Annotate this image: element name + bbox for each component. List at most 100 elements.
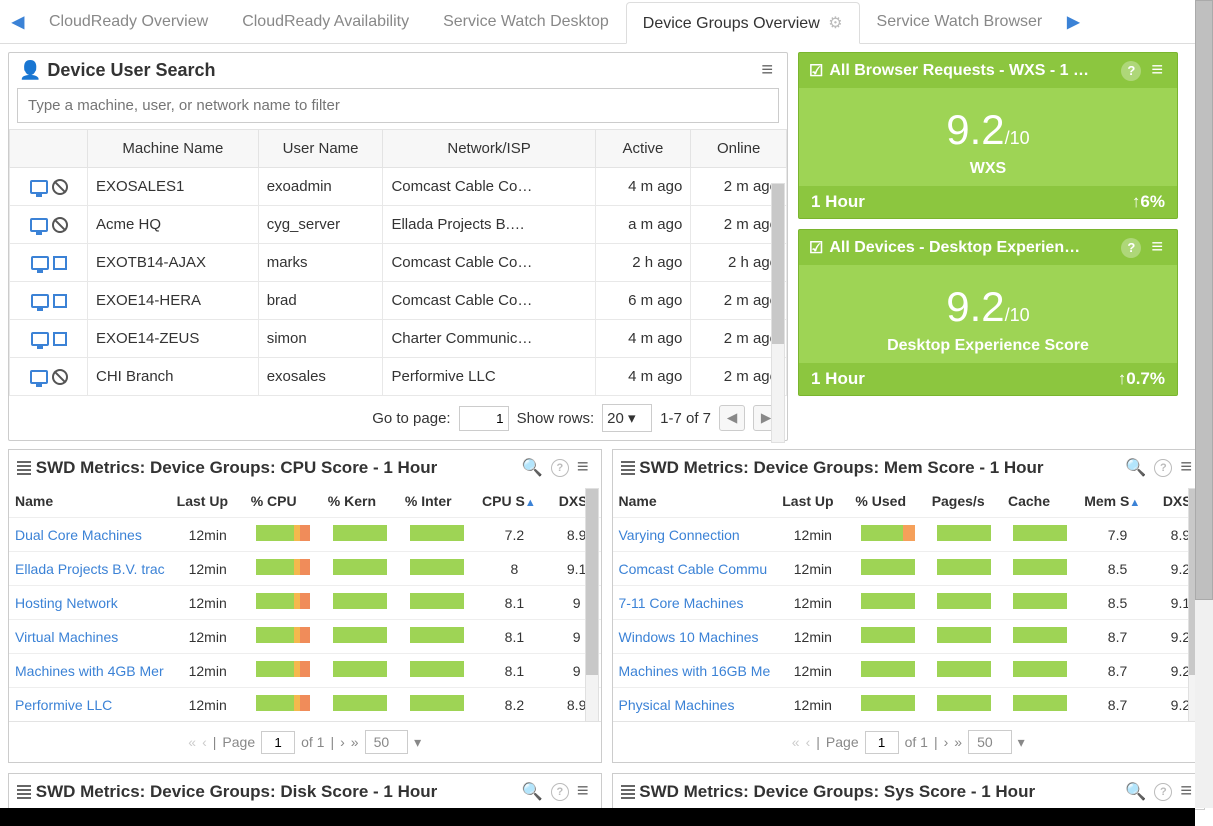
chevron-down-icon[interactable]: ▾ xyxy=(414,734,421,751)
table-row[interactable]: Machines with 16GB Me12min8.79.2 xyxy=(613,654,1205,688)
first-page-icon[interactable]: « xyxy=(792,734,800,750)
scrollbar[interactable] xyxy=(771,183,785,443)
help-icon[interactable]: ? xyxy=(551,459,569,477)
prev-page-icon[interactable]: ‹ xyxy=(806,734,811,750)
search-input[interactable] xyxy=(17,88,779,123)
search-icon[interactable]: 🔍 xyxy=(1125,458,1146,478)
table-row[interactable]: Machines with 4GB Mer12min8.19 xyxy=(9,654,601,688)
rows-select[interactable]: 50 xyxy=(968,730,1012,754)
group-link[interactable]: Machines with 16GB Me xyxy=(613,654,777,688)
rows-select[interactable]: 50 xyxy=(365,730,409,754)
next-page-icon[interactable]: › xyxy=(944,734,949,750)
tabs-next-icon[interactable]: ▶ xyxy=(1059,4,1087,40)
first-page-icon[interactable]: « xyxy=(188,734,196,750)
search-icon[interactable]: 🔍 xyxy=(1125,782,1146,802)
hamburger-icon[interactable]: ≡ xyxy=(1147,236,1167,259)
group-link[interactable]: Performive LLC xyxy=(9,688,171,722)
tab-cloudready-overview[interactable]: CloudReady Overview xyxy=(32,2,225,42)
scrollbar[interactable] xyxy=(585,488,599,722)
wxs-score-card[interactable]: ☑All Browser Requests - WXS - 1 …?≡ 9.2/… xyxy=(798,52,1178,219)
last-page-icon[interactable]: » xyxy=(351,734,359,750)
table-row[interactable]: EXOSALES1exoadminComcast Cable Co…4 m ag… xyxy=(10,168,787,206)
table-row[interactable]: CHI BranchexosalesPerformive LLC4 m ago2… xyxy=(10,358,787,396)
hamburger-icon[interactable]: ≡ xyxy=(573,780,593,803)
page-input[interactable] xyxy=(865,731,899,754)
window-icon xyxy=(53,294,67,308)
gear-icon[interactable]: ⚙ xyxy=(828,15,842,32)
page-input[interactable] xyxy=(261,731,295,754)
table-row[interactable]: Physical Machines12min8.79.2 xyxy=(613,688,1205,722)
help-icon[interactable]: ? xyxy=(1154,783,1172,801)
tab-service-watch-desktop[interactable]: Service Watch Desktop xyxy=(426,2,626,42)
sort-icon[interactable]: ▲ xyxy=(525,497,536,509)
table-row[interactable]: EXOE14-HERAbradComcast Cable Co…6 m ago2… xyxy=(10,282,787,320)
table-row[interactable]: EXOE14-ZEUSsimonCharter Communic…4 m ago… xyxy=(10,320,787,358)
page-scrollbar[interactable] xyxy=(1195,0,1213,808)
group-link[interactable]: Windows 10 Machines xyxy=(613,620,777,654)
sort-icon[interactable]: ▲ xyxy=(1129,497,1140,509)
group-link[interactable]: 7-11 Core Machines xyxy=(613,586,777,620)
check-icon: ☑ xyxy=(809,238,823,258)
monitor-icon xyxy=(30,218,48,232)
table-row[interactable]: EXOTB14-AJAXmarksComcast Cable Co…2 h ag… xyxy=(10,244,787,282)
next-page-icon[interactable]: › xyxy=(340,734,345,750)
rows-select[interactable]: 20 ▾ xyxy=(602,404,652,432)
search-icon[interactable]: 🔍 xyxy=(522,458,543,478)
tab-bar: ◀ CloudReady Overview CloudReady Availab… xyxy=(0,0,1213,44)
monitor-icon xyxy=(31,294,49,308)
table-row[interactable]: Acme HQcyg_serverEllada Projects B.…a m … xyxy=(10,206,787,244)
grip-icon[interactable] xyxy=(621,461,635,475)
table-row[interactable]: Dual Core Machines12min7.28.9 xyxy=(9,518,601,552)
hamburger-icon[interactable]: ≡ xyxy=(573,456,593,479)
tab-device-groups-overview[interactable]: Device Groups Overview ⚙ xyxy=(626,2,860,44)
monitor-icon xyxy=(30,370,48,384)
prev-page-button[interactable]: ◀ xyxy=(719,405,745,431)
group-link[interactable]: Ellada Projects B.V. trac xyxy=(9,552,171,586)
help-icon[interactable]: ? xyxy=(1121,238,1141,258)
tab-service-watch-browser[interactable]: Service Watch Browser xyxy=(860,2,1060,42)
group-link[interactable]: Physical Machines xyxy=(613,688,777,722)
monitor-icon xyxy=(30,180,48,194)
ban-icon xyxy=(52,179,68,195)
table-row[interactable]: Varying Connection12min7.98.9 xyxy=(613,518,1205,552)
score-cards: ☑All Browser Requests - WXS - 1 …?≡ 9.2/… xyxy=(798,52,1178,441)
help-icon[interactable]: ? xyxy=(551,783,569,801)
group-link[interactable]: Dual Core Machines xyxy=(9,518,171,552)
grip-icon[interactable] xyxy=(621,785,635,799)
hamburger-icon[interactable]: ≡ xyxy=(1176,456,1196,479)
group-link[interactable]: Hosting Network xyxy=(9,586,171,620)
hamburger-icon[interactable]: ≡ xyxy=(757,59,777,82)
prev-page-icon[interactable]: ‹ xyxy=(202,734,207,750)
hamburger-icon[interactable]: ≡ xyxy=(1147,59,1167,82)
chevron-down-icon[interactable]: ▾ xyxy=(1018,734,1025,751)
monitor-icon xyxy=(31,332,49,346)
table-row[interactable]: Ellada Projects B.V. trac12min89.1 xyxy=(9,552,601,586)
table-row[interactable]: 7-11 Core Machines12min8.59.1 xyxy=(613,586,1205,620)
tabs-prev-icon[interactable]: ◀ xyxy=(4,4,32,40)
group-link[interactable]: Varying Connection xyxy=(613,518,777,552)
goto-page-input[interactable] xyxy=(459,406,509,431)
cpu-pager: «‹ |Pageof 1| ›» 50▾ xyxy=(9,721,601,762)
table-row[interactable]: Windows 10 Machines12min8.79.2 xyxy=(613,620,1205,654)
search-icon[interactable]: 🔍 xyxy=(522,782,543,802)
help-icon[interactable]: ? xyxy=(1121,61,1141,81)
grip-icon[interactable] xyxy=(17,461,31,475)
table-pager: Go to page: Show rows: 20 ▾ 1-7 of 7 ◀ ▶ xyxy=(9,396,787,440)
last-page-icon[interactable]: » xyxy=(954,734,962,750)
table-row[interactable]: Comcast Cable Commu12min8.59.2 xyxy=(613,552,1205,586)
sys-metrics-panel: SWD Metrics: Device Groups: Sys Score - … xyxy=(612,773,1206,810)
help-icon[interactable]: ? xyxy=(1154,459,1172,477)
table-row[interactable]: Performive LLC12min8.28.9 xyxy=(9,688,601,722)
device-search-panel: 👤 Device User Search ≡ Machine Name User… xyxy=(8,52,788,441)
group-link[interactable]: Virtual Machines xyxy=(9,620,171,654)
user-icon: 👤 xyxy=(19,60,41,81)
group-link[interactable]: Machines with 4GB Mer xyxy=(9,654,171,688)
hamburger-icon[interactable]: ≡ xyxy=(1176,780,1196,803)
dxs-score-card[interactable]: ☑All Devices - Desktop Experien…?≡ 9.2/1… xyxy=(798,229,1178,396)
table-row[interactable]: Hosting Network12min8.19 xyxy=(9,586,601,620)
grip-icon[interactable] xyxy=(17,785,31,799)
disk-metrics-panel: SWD Metrics: Device Groups: Disk Score -… xyxy=(8,773,602,810)
tab-cloudready-availability[interactable]: CloudReady Availability xyxy=(225,2,426,42)
table-row[interactable]: Virtual Machines12min8.19 xyxy=(9,620,601,654)
group-link[interactable]: Comcast Cable Commu xyxy=(613,552,777,586)
